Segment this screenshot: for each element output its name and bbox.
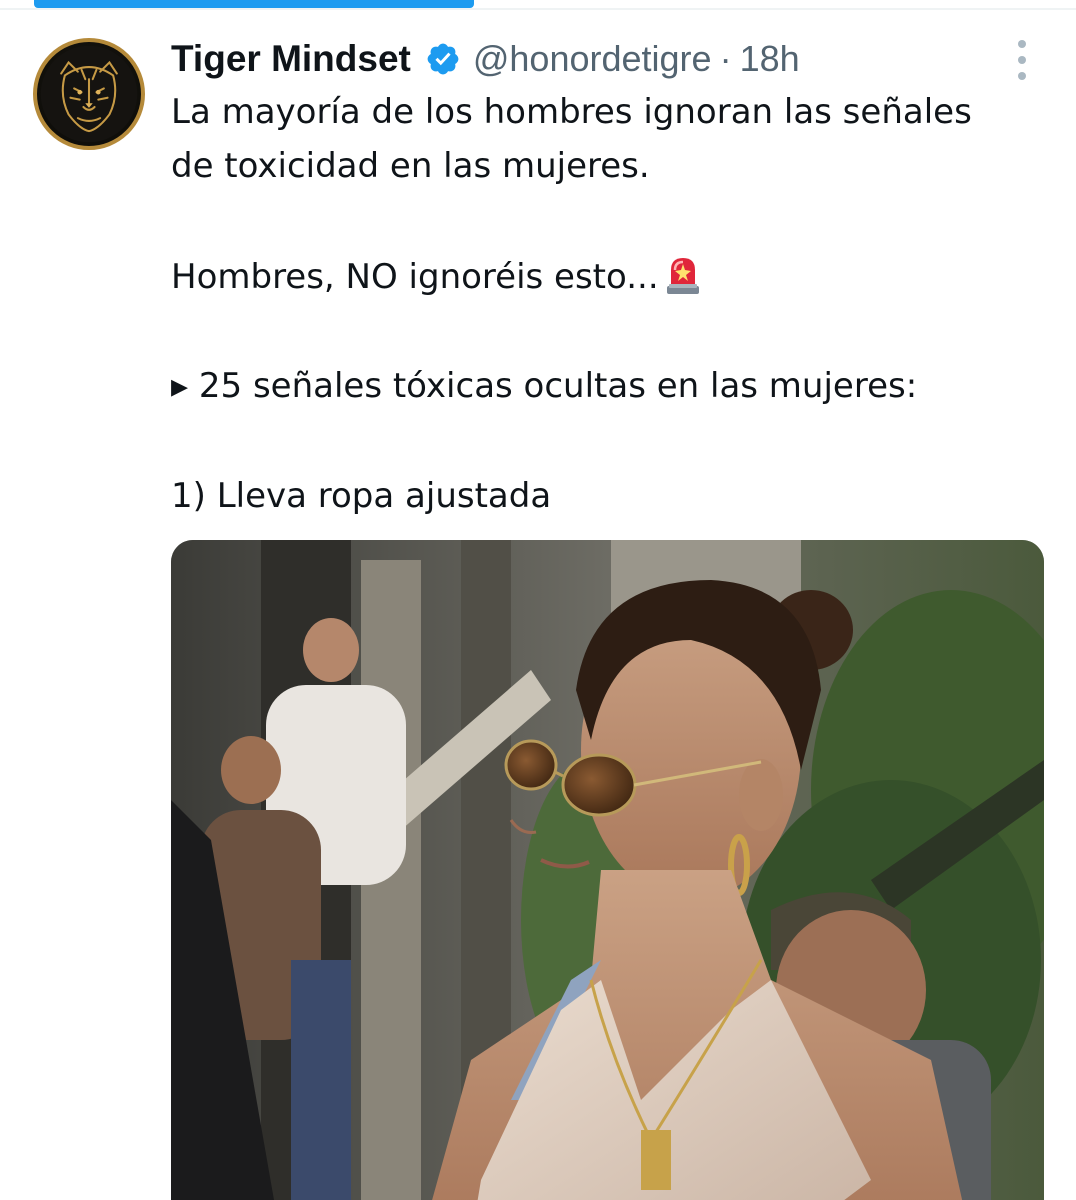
tweet-text-segment: Hombres, NO ignoréis esto...	[171, 257, 659, 297]
avatar[interactable]	[33, 38, 145, 150]
more-dot-icon	[1018, 56, 1026, 64]
verified-badge-icon	[427, 43, 459, 75]
tweet-view: Tiger Mindset @honordetigre · 18h La may…	[0, 0, 1076, 1200]
more-dot-icon	[1018, 40, 1026, 48]
author-name[interactable]: Tiger Mindset	[171, 38, 411, 80]
tweet-text-line: La mayoría de los hombres ignoran las se…	[171, 92, 972, 132]
divider	[0, 8, 1076, 10]
more-dot-icon	[1018, 72, 1026, 80]
separator-dot: ·	[719, 38, 732, 79]
tweet-media-image[interactable]	[171, 540, 1044, 1200]
tiger-logo-icon	[40, 45, 138, 143]
tweet-text-line: 1) Lleva ropa ajustada	[171, 476, 552, 516]
more-options-button[interactable]	[1008, 40, 1036, 80]
author-handle[interactable]: @honordetigre	[473, 38, 712, 80]
tweet-text-line: Hombres, NO ignoréis esto...	[171, 251, 1051, 304]
timestamp[interactable]: 18h	[740, 38, 800, 80]
progress-bar	[34, 0, 474, 8]
tweet-text-line: ▸ 25 señales tóxicas ocultas en las muje…	[171, 366, 918, 406]
tweet-text-line: de toxicidad en las mujeres.	[171, 146, 650, 186]
photo	[171, 540, 1044, 1200]
rotating-light-icon	[666, 258, 699, 294]
tweet-header: Tiger Mindset @honordetigre · 18h	[171, 36, 800, 82]
